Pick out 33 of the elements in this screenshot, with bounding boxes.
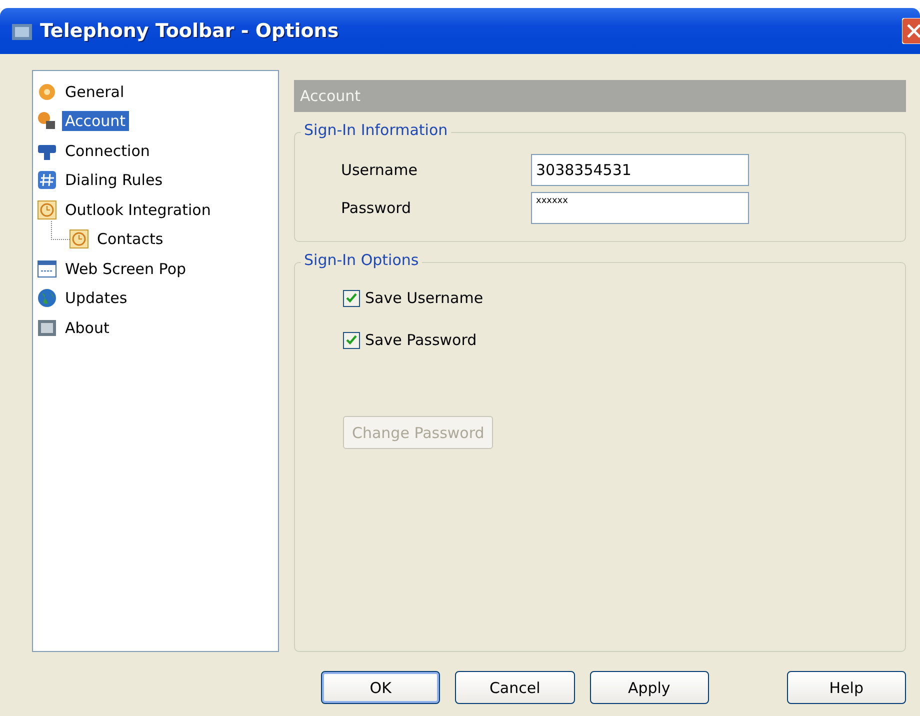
gear-icon — [37, 82, 57, 102]
sidebar-item[interactable]: Outlook Integration — [62, 200, 214, 220]
dialog-button[interactable]: Cancel — [455, 671, 574, 704]
dialog-button[interactable]: OK — [321, 671, 440, 704]
checkbox-label: Save Username — [365, 289, 484, 307]
picture-frame-icon — [37, 318, 57, 338]
field-label: Password — [341, 199, 412, 217]
input-field[interactable]: xxxxxx — [531, 192, 749, 224]
input-field[interactable]: 3038354531 — [531, 154, 749, 186]
sidebar-item[interactable]: Updates — [62, 288, 130, 308]
checkbox[interactable] — [343, 332, 360, 348]
sidebar-item[interactable]: Contacts — [94, 229, 166, 250]
close-icon[interactable] — [902, 18, 920, 44]
checkbox[interactable] — [343, 290, 360, 306]
clock-icon — [69, 229, 89, 250]
sidebar-item[interactable]: General — [62, 82, 128, 102]
checkbox-label: Save Password — [365, 331, 477, 349]
field-label: Username — [341, 161, 418, 179]
sidebar-item[interactable]: About — [62, 318, 112, 338]
sidebar-item[interactable]: Connection — [62, 140, 153, 161]
globe-icon — [37, 288, 57, 308]
group-title: Sign-In Options — [301, 251, 422, 269]
window-title: Telephony Toolbar - Options — [40, 20, 340, 42]
section-header: Account — [294, 80, 906, 112]
sidebar-item[interactable]: Account — [62, 111, 129, 132]
hash-icon — [37, 170, 57, 190]
dialog-button[interactable]: Help — [786, 671, 906, 704]
clock-icon — [37, 200, 57, 220]
browser-window-icon — [37, 258, 57, 279]
sidebar-item[interactable]: Web Screen Pop — [62, 258, 190, 279]
group-title: Sign-In Information — [301, 121, 451, 139]
sidebar-item[interactable]: Dialing Rules — [62, 170, 166, 190]
dialog-button[interactable]: Apply — [590, 671, 709, 704]
